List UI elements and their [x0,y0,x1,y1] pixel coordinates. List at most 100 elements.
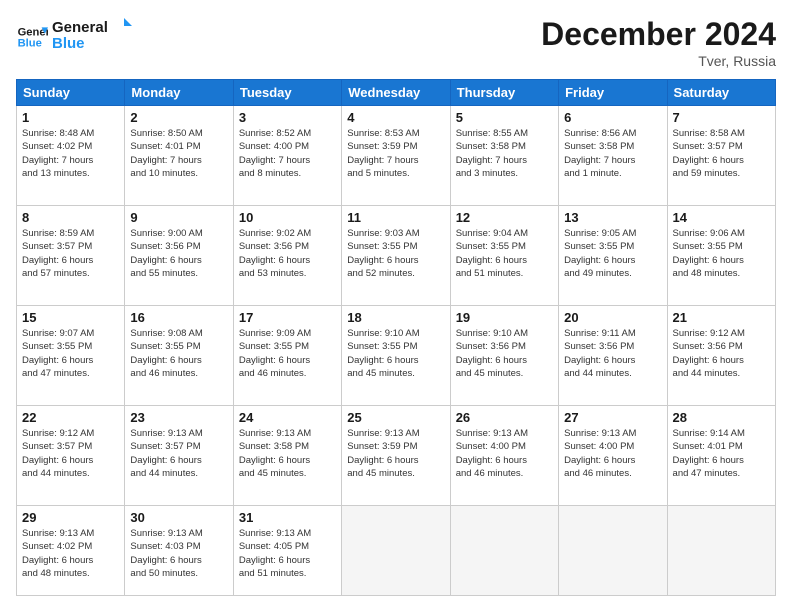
day-info: Sunrise: 9:10 AMSunset: 3:55 PMDaylight:… [347,327,444,380]
day-number: 30 [130,510,227,525]
day-cell: 25 Sunrise: 9:13 AMSunset: 3:59 PMDayligh… [342,406,450,506]
day-info: Sunrise: 8:52 AMSunset: 4:00 PMDaylight:… [239,127,336,180]
logo-icon: General Blue [16,21,48,53]
day-info: Sunrise: 9:12 AMSunset: 3:57 PMDaylight:… [22,427,119,480]
day-cell: 11Sunrise: 9:03 AMSunset: 3:55 PMDayligh… [342,206,450,306]
day-info: Sunrise: 9:00 AMSunset: 3:56 PMDaylight:… [130,227,227,280]
day-number: 15 [22,310,119,325]
day-cell [667,506,775,596]
day-cell: 14 Sunrise: 9:06 AMSunset: 3:55 PMDayligh… [667,206,775,306]
day-number: 13 [564,210,661,225]
logo: General Blue General Blue [16,16,132,57]
day-info: Sunrise: 9:04 AMSunset: 3:55 PMDaylight:… [456,227,553,280]
day-cell: 1 Sunrise: 8:48 AMSunset: 4:02 PMDaylight… [17,106,125,206]
day-number: 1 [22,110,119,125]
day-cell: 3 Sunrise: 8:52 AMSunset: 4:00 PMDaylight… [233,106,341,206]
day-cell: 29 Sunrise: 9:13 AMSunset: 4:02 PMDayligh… [17,506,125,596]
day-number: 2 [130,110,227,125]
day-number: 8 [22,210,119,225]
day-info: Sunrise: 9:13 AMSunset: 4:05 PMDaylight:… [239,527,336,580]
day-number: 16 [130,310,227,325]
day-cell: 2 Sunrise: 8:50 AMSunset: 4:01 PMDaylight… [125,106,233,206]
logo-svg: General Blue [52,16,132,52]
svg-text:Blue: Blue [18,37,42,49]
calendar-table: Sunday Monday Tuesday Wednesday Thursday… [16,79,776,596]
day-cell: 17 Sunrise: 9:09 AMSunset: 3:55 PMDayligh… [233,306,341,406]
day-info: Sunrise: 9:13 AMSunset: 4:02 PMDaylight:… [22,527,119,580]
week-row-2: 8 Sunrise: 8:59 AMSunset: 3:57 PMDaylight… [17,206,776,306]
day-info: Sunrise: 8:55 AMSunset: 3:58 PMDaylight:… [456,127,553,180]
day-number: 18 [347,310,444,325]
day-info: Sunrise: 8:48 AMSunset: 4:02 PMDaylight:… [22,127,119,180]
day-info: Sunrise: 9:14 AMSunset: 4:01 PMDaylight:… [673,427,770,480]
day-cell: 16 Sunrise: 9:08 AMSunset: 3:55 PMDayligh… [125,306,233,406]
col-wednesday: Wednesday [342,80,450,106]
day-cell: 18 Sunrise: 9:10 AMSunset: 3:55 PMDayligh… [342,306,450,406]
day-info: Sunrise: 9:11 AMSunset: 3:56 PMDaylight:… [564,327,661,380]
col-monday: Monday [125,80,233,106]
day-info: Sunrise: 8:59 AMSunset: 3:57 PMDaylight:… [22,227,119,280]
day-number: 4 [347,110,444,125]
day-number: 7 [673,110,770,125]
day-cell: 4 Sunrise: 8:53 AMSunset: 3:59 PMDaylight… [342,106,450,206]
day-info: Sunrise: 9:02 AMSunset: 3:56 PMDaylight:… [239,227,336,280]
day-info: Sunrise: 8:53 AMSunset: 3:59 PMDaylight:… [347,127,444,180]
day-cell: 8 Sunrise: 8:59 AMSunset: 3:57 PMDaylight… [17,206,125,306]
day-info: Sunrise: 9:08 AMSunset: 3:55 PMDaylight:… [130,327,227,380]
day-info: Sunrise: 9:13 AMSunset: 4:00 PMDaylight:… [456,427,553,480]
week-row-3: 15 Sunrise: 9:07 AMSunset: 3:55 PMDayligh… [17,306,776,406]
day-number: 20 [564,310,661,325]
day-number: 23 [130,410,227,425]
day-info: Sunrise: 9:05 AMSunset: 3:55 PMDaylight:… [564,227,661,280]
day-cell: 19Sunrise: 9:10 AMSunset: 3:56 PMDayligh… [450,306,558,406]
page: General Blue General Blue December 2024 … [0,0,792,612]
day-cell: 9 Sunrise: 9:00 AMSunset: 3:56 PMDaylight… [125,206,233,306]
day-number: 11 [347,210,444,225]
week-row-4: 22 Sunrise: 9:12 AMSunset: 3:57 PMDayligh… [17,406,776,506]
day-number: 25 [347,410,444,425]
day-number: 28 [673,410,770,425]
day-number: 22 [22,410,119,425]
day-number: 31 [239,510,336,525]
day-number: 3 [239,110,336,125]
day-info: Sunrise: 9:07 AMSunset: 3:55 PMDaylight:… [22,327,119,380]
day-info: Sunrise: 9:13 AMSunset: 3:57 PMDaylight:… [130,427,227,480]
day-cell: 5Sunrise: 8:55 AMSunset: 3:58 PMDaylight… [450,106,558,206]
day-cell: 26Sunrise: 9:13 AMSunset: 4:00 PMDayligh… [450,406,558,506]
day-cell: 31 Sunrise: 9:13 AMSunset: 4:05 PMDayligh… [233,506,341,596]
day-cell: 24Sunrise: 9:13 AMSunset: 3:58 PMDayligh… [233,406,341,506]
day-number: 27 [564,410,661,425]
header: General Blue General Blue December 2024 … [16,16,776,69]
col-friday: Friday [559,80,667,106]
day-number: 17 [239,310,336,325]
day-number: 9 [130,210,227,225]
day-info: Sunrise: 9:13 AMSunset: 3:59 PMDaylight:… [347,427,444,480]
day-number: 14 [673,210,770,225]
day-info: Sunrise: 9:06 AMSunset: 3:55 PMDaylight:… [673,227,770,280]
day-info: Sunrise: 8:58 AMSunset: 3:57 PMDaylight:… [673,127,770,180]
svg-text:General: General [52,19,108,36]
month-title: December 2024 [541,16,776,53]
day-number: 21 [673,310,770,325]
day-cell: 13 Sunrise: 9:05 AMSunset: 3:55 PMDayligh… [559,206,667,306]
day-number: 6 [564,110,661,125]
day-info: Sunrise: 9:13 AMSunset: 3:58 PMDaylight:… [239,427,336,480]
svg-text:Blue: Blue [52,35,85,52]
day-cell: 7 Sunrise: 8:58 AMSunset: 3:57 PMDaylight… [667,106,775,206]
day-number: 29 [22,510,119,525]
col-tuesday: Tuesday [233,80,341,106]
day-cell: 12Sunrise: 9:04 AMSunset: 3:55 PMDayligh… [450,206,558,306]
col-saturday: Saturday [667,80,775,106]
day-info: Sunrise: 8:50 AMSunset: 4:01 PMDaylight:… [130,127,227,180]
day-cell: 30Sunrise: 9:13 AMSunset: 4:03 PMDayligh… [125,506,233,596]
day-info: Sunrise: 8:56 AMSunset: 3:58 PMDaylight:… [564,127,661,180]
day-cell: 15 Sunrise: 9:07 AMSunset: 3:55 PMDayligh… [17,306,125,406]
day-info: Sunrise: 9:12 AMSunset: 3:56 PMDaylight:… [673,327,770,380]
day-cell: 23 Sunrise: 9:13 AMSunset: 3:57 PMDayligh… [125,406,233,506]
day-cell: 20 Sunrise: 9:11 AMSunset: 3:56 PMDayligh… [559,306,667,406]
week-row-1: 1 Sunrise: 8:48 AMSunset: 4:02 PMDaylight… [17,106,776,206]
day-info: Sunrise: 9:09 AMSunset: 3:55 PMDaylight:… [239,327,336,380]
day-number: 19 [456,310,553,325]
location: Tver, Russia [541,53,776,69]
week-row-5: 29 Sunrise: 9:13 AMSunset: 4:02 PMDayligh… [17,506,776,596]
